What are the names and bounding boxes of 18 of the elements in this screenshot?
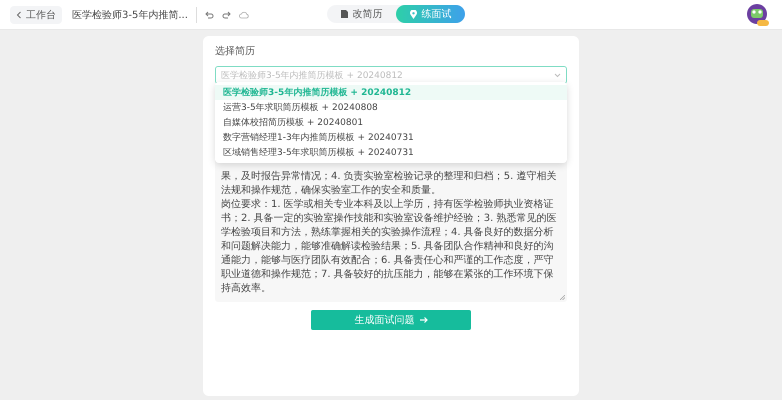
dropdown-option[interactable]: 运营3-5年求职简历模板 + 20240808 [215,100,567,115]
dropdown-option[interactable]: 区域销售经理3-5年求职简历模板 + 20240731 [215,145,567,160]
document-icon [340,10,348,18]
undo-icon[interactable] [204,10,214,18]
avatar-icon[interactable] [746,3,770,27]
mode-tab[interactable]: 改简历 [327,5,396,23]
document-title: 医学检验师3-5年内推简... [72,8,188,22]
dropdown-option[interactable]: 自媒体校招简历模板 + 20240801 [215,115,567,130]
location-pin-icon [410,10,416,18]
dropdown-option[interactable]: 数字营销经理1-3年内推简历模板 + 20240731 [215,130,567,145]
arrow-right-icon [420,317,428,323]
resize-grip-icon[interactable] [560,295,565,300]
cloud-icon[interactable] [238,10,249,18]
back-button[interactable]: 工作台 [10,6,62,24]
field-label: 选择简历 [215,44,256,58]
chevron-down-icon [554,72,561,78]
redo-icon[interactable] [222,10,231,18]
chevron-left-icon [16,10,22,18]
